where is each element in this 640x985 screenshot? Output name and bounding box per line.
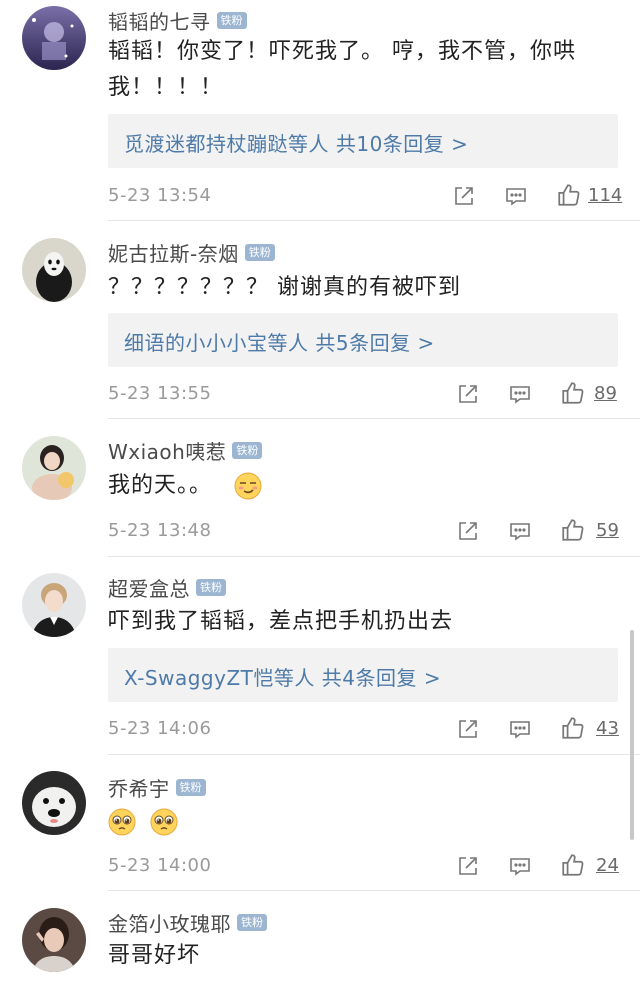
thumbs-up-icon[interactable] (560, 715, 584, 739)
avatar[interactable] (22, 771, 86, 835)
share-icon[interactable] (456, 717, 480, 741)
fan-badge: 铁粉 (196, 578, 226, 596)
thumbs-up-icon[interactable] (560, 380, 584, 404)
comment-text (108, 804, 618, 840)
avatar[interactable] (22, 6, 86, 70)
username-row: 超爱盒总 铁粉 (108, 573, 226, 602)
thumbs-up-icon[interactable] (556, 182, 580, 206)
divider (108, 220, 640, 221)
share-icon[interactable] (456, 854, 480, 878)
comment-icon[interactable] (508, 519, 532, 543)
like-count[interactable]: 59 (596, 520, 619, 541)
comment-text: 我的天。。 (108, 468, 618, 504)
like-count[interactable]: 89 (594, 383, 617, 404)
avatar[interactable] (22, 573, 86, 637)
fan-badge: 铁粉 (232, 441, 263, 459)
fan-badge: 铁粉 (237, 913, 267, 931)
divider (108, 754, 640, 755)
thumbs-up-icon[interactable] (560, 852, 584, 876)
smug-face-emoji (234, 472, 262, 500)
scrollbar[interactable] (630, 630, 634, 840)
share-icon[interactable] (456, 382, 480, 406)
username-row: 韬韬的七寻 铁粉 (108, 6, 247, 35)
username[interactable]: 金箔小玫瑰耶 (108, 908, 231, 937)
fan-badge: 铁粉 (216, 11, 247, 29)
comment-time: 5-23 13:48 (108, 520, 212, 541)
comment-text: 韬韬！你变了！吓死我了。 哼，我不管，你哄 我！！！！ (108, 34, 618, 106)
like-count[interactable]: 24 (596, 855, 619, 876)
divider (108, 418, 640, 419)
reply-summary-link[interactable]: 细语的小小小宝等人 共5条回复 > (124, 327, 435, 356)
comment-text: 吓到我了韬韬，差点把手机扔出去 (108, 609, 454, 634)
username-row: 妮古拉斯-奈烟 铁粉 (108, 238, 275, 267)
username-row: 乔希宇 铁粉 (108, 773, 206, 802)
comment-icon[interactable] (508, 854, 532, 878)
comment-text-line: 韬韬！你变了！吓死我了。 哼，我不管，你哄 (108, 39, 576, 64)
thumbs-up-icon[interactable] (560, 517, 584, 541)
comment-time: 5-23 14:06 (108, 718, 212, 739)
reply-summary-box[interactable]: X-SwaggyZT恺等人 共4条回复 > (108, 648, 618, 702)
username[interactable]: 超爱盒总 (108, 573, 190, 602)
username[interactable]: Wxiaoh咦惹 (108, 436, 226, 465)
comment-icon[interactable] (508, 382, 532, 406)
username[interactable]: 韬韬的七寻 (108, 6, 211, 35)
username[interactable]: 乔希宇 (108, 773, 170, 802)
comment-text-span: 我的天。。 (108, 473, 213, 498)
pleading-face-emoji (108, 808, 136, 836)
comment-time: 5-23 14:00 (108, 855, 212, 876)
pleading-face-emoji (150, 808, 178, 836)
username-row: Wxiaoh咦惹 铁粉 (108, 436, 263, 465)
comment-text-line: 我！！！！ (108, 75, 224, 100)
fan-badge: 铁粉 (244, 243, 275, 261)
reply-summary-box[interactable]: 觅渡迷都持杖蹦跶等人 共10条回复 > (108, 114, 618, 168)
comment-icon[interactable] (508, 717, 532, 741)
username-row: 金箔小玫瑰耶 铁粉 (108, 908, 267, 937)
like-count[interactable]: 43 (596, 718, 619, 739)
comment-time: 5-23 13:54 (108, 185, 212, 206)
like-count[interactable]: 114 (588, 185, 622, 206)
avatar[interactable] (22, 436, 86, 500)
comment-text: 哥哥好坏 (108, 943, 201, 968)
share-icon[interactable] (452, 184, 476, 208)
avatar[interactable] (22, 908, 86, 972)
comment-time: 5-23 13:55 (108, 383, 212, 404)
reply-summary-box[interactable]: 细语的小小小宝等人 共5条回复 > (108, 313, 618, 367)
fan-badge: 铁粉 (175, 778, 206, 796)
username[interactable]: 妮古拉斯-奈烟 (108, 238, 239, 267)
divider (108, 890, 640, 891)
comment-icon[interactable] (504, 184, 528, 208)
reply-summary-link[interactable]: 觅渡迷都持杖蹦跶等人 共10条回复 > (124, 128, 468, 157)
reply-summary-link[interactable]: X-SwaggyZT恺等人 共4条回复 > (124, 662, 441, 691)
comment-text: ？？？？？？？ 谢谢真的有被吓到 (108, 275, 461, 300)
avatar[interactable] (22, 238, 86, 302)
share-icon[interactable] (456, 519, 480, 543)
divider (108, 556, 640, 557)
